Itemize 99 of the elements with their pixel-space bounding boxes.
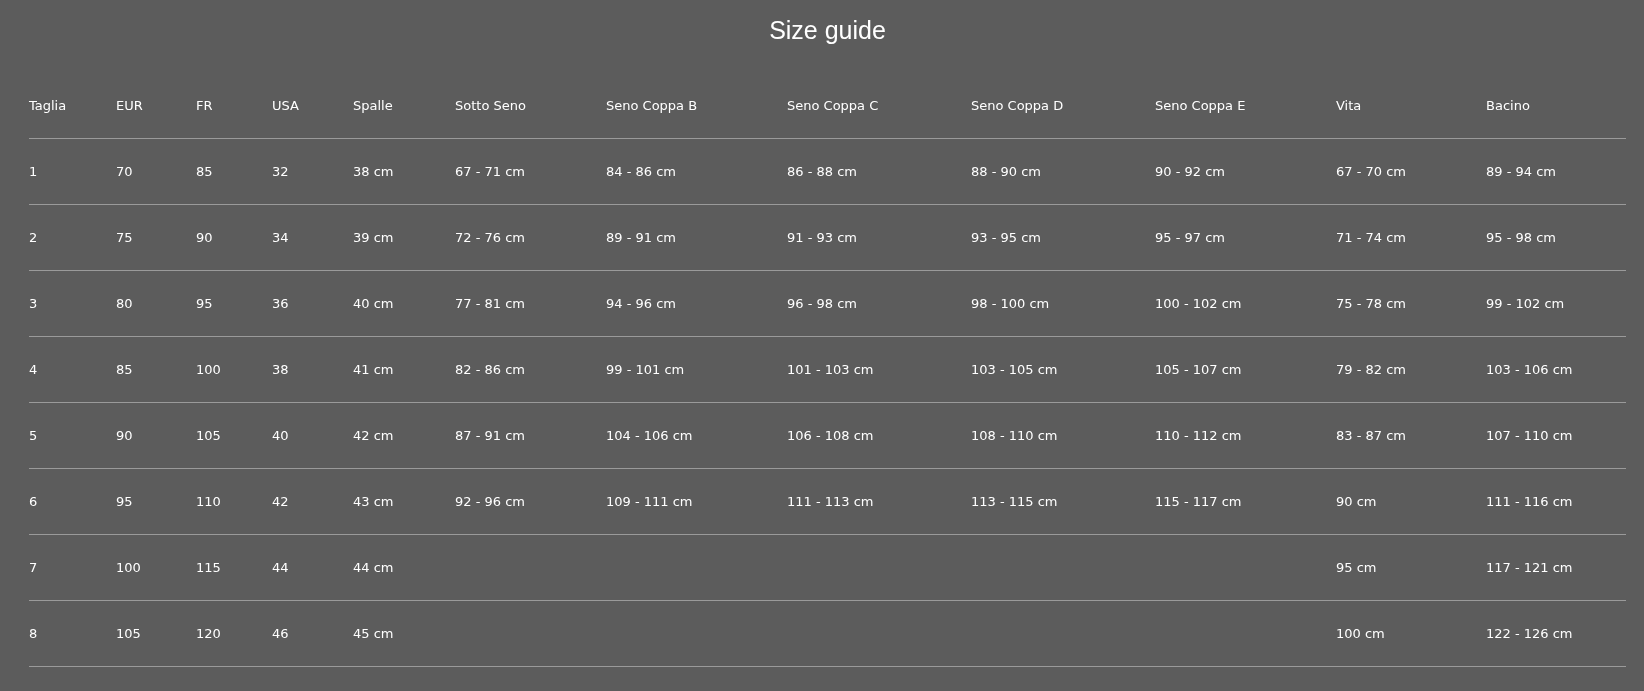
table-cell: 93 - 95 cm — [971, 230, 1041, 245]
table-cell: 115 - 117 cm — [1155, 494, 1242, 509]
table-cell: 104 - 106 cm — [606, 428, 693, 443]
table-cell: 40 cm — [353, 296, 394, 311]
table-cell: 84 - 86 cm — [606, 164, 676, 179]
table-cell: 89 - 91 cm — [606, 230, 676, 245]
table-cell: 94 - 96 cm — [606, 296, 676, 311]
table-cell: 89 - 94 cm — [1486, 164, 1556, 179]
table-cell: 86 - 88 cm — [787, 164, 857, 179]
column-header: Seno Coppa B — [606, 97, 698, 113]
table-cell: 72 - 76 cm — [455, 230, 525, 245]
table-cell: 109 - 111 cm — [606, 494, 693, 509]
column-header: Vita — [1336, 97, 1362, 113]
table-cell: 39 cm — [353, 230, 394, 245]
column-header: USA — [272, 97, 299, 113]
table-cell: 44 cm — [353, 560, 394, 575]
table-cell: 108 - 110 cm — [971, 428, 1058, 443]
column-header: Taglia — [29, 97, 67, 113]
table-cell: 70 — [116, 164, 133, 179]
table-cell: 6 — [29, 494, 38, 509]
column-header: Seno Coppa E — [1155, 97, 1246, 113]
table-cell: 111 - 116 cm — [1486, 494, 1573, 509]
table-cell: 75 - 78 cm — [1336, 296, 1406, 311]
column-header: EUR — [116, 97, 143, 113]
table-cell: 80 — [116, 296, 133, 311]
table-cell: 100 — [116, 560, 141, 575]
table-cell: 105 — [196, 428, 221, 443]
table-cell: 38 — [272, 362, 289, 377]
table-cell: 95 — [116, 494, 133, 509]
table-cell: 67 - 70 cm — [1336, 164, 1406, 179]
table-cell: 110 - 112 cm — [1155, 428, 1242, 443]
table-cell: 95 - 97 cm — [1155, 230, 1225, 245]
table-cell: 90 cm — [1336, 494, 1377, 509]
table-cell: 103 - 106 cm — [1486, 362, 1573, 377]
table-cell: 3 — [29, 296, 38, 311]
table-cell: 42 cm — [353, 428, 394, 443]
table-cell: 111 - 113 cm — [787, 494, 874, 509]
table-cell: 46 — [272, 626, 289, 641]
table-cell: 38 cm — [353, 164, 394, 179]
column-header: Seno Coppa D — [971, 97, 1064, 113]
table-cell: 5 — [29, 428, 38, 443]
table-cell: 32 — [272, 164, 289, 179]
table-cell: 67 - 71 cm — [455, 164, 525, 179]
column-header: Seno Coppa C — [787, 97, 879, 113]
table-cell: 40 — [272, 428, 289, 443]
table-cell: 83 - 87 cm — [1336, 428, 1406, 443]
table-cell: 100 — [196, 362, 221, 377]
table-cell: 82 - 86 cm — [455, 362, 525, 377]
table-cell: 95 cm — [1336, 560, 1377, 575]
table-cell: 2 — [29, 230, 38, 245]
table-cell: 92 - 96 cm — [455, 494, 525, 509]
table-cell: 4 — [29, 362, 38, 377]
column-header: Bacino — [1486, 97, 1530, 113]
table-cell: 7 — [29, 560, 38, 575]
table-cell: 42 — [272, 494, 289, 509]
table-cell: 113 - 115 cm — [971, 494, 1058, 509]
table-cell: 122 - 126 cm — [1486, 626, 1573, 641]
table-cell: 105 - 107 cm — [1155, 362, 1242, 377]
table-cell: 90 — [196, 230, 213, 245]
table-cell: 41 cm — [353, 362, 394, 377]
table-cell: 98 - 100 cm — [971, 296, 1050, 311]
table-cell: 43 cm — [353, 494, 394, 509]
table-cell: 120 — [196, 626, 221, 641]
table-cell: 45 cm — [353, 626, 394, 641]
table-cell: 100 - 102 cm — [1155, 296, 1242, 311]
table-cell: 95 — [196, 296, 213, 311]
page-title: Size guide — [768, 15, 887, 46]
column-header: Sotto Seno — [455, 97, 526, 113]
table-cell: 75 — [116, 230, 133, 245]
table-cell: 34 — [272, 230, 289, 245]
table-cell: 77 - 81 cm — [455, 296, 525, 311]
table-cell: 91 - 93 cm — [787, 230, 857, 245]
table-cell: 71 - 74 cm — [1336, 230, 1406, 245]
table-cell: 105 — [116, 626, 141, 641]
table-cell: 106 - 108 cm — [787, 428, 874, 443]
table-cell: 44 — [272, 560, 289, 575]
column-header: FR — [196, 97, 213, 113]
table-cell: 99 - 102 cm — [1486, 296, 1565, 311]
table-cell: 87 - 91 cm — [455, 428, 525, 443]
table-cell: 110 — [196, 494, 221, 509]
table-cell: 36 — [272, 296, 289, 311]
table-cell: 85 — [196, 164, 213, 179]
table-cell: 99 - 101 cm — [606, 362, 685, 377]
table-cell: 8 — [29, 626, 38, 641]
table-cell: 79 - 82 cm — [1336, 362, 1406, 377]
table-cell: 96 - 98 cm — [787, 296, 857, 311]
table-cell: 101 - 103 cm — [787, 362, 874, 377]
table-cell: 103 - 105 cm — [971, 362, 1058, 377]
column-header: Spalle — [353, 97, 393, 113]
table-cell: 100 cm — [1336, 626, 1385, 641]
table-cell: 1 — [29, 164, 38, 179]
table-cell: 117 - 121 cm — [1486, 560, 1573, 575]
table-cell: 85 — [116, 362, 133, 377]
table-cell: 115 — [196, 560, 221, 575]
table-cell: 95 - 98 cm — [1486, 230, 1556, 245]
table-cell: 90 — [116, 428, 133, 443]
table-cell: 90 - 92 cm — [1155, 164, 1225, 179]
table-cell: 107 - 110 cm — [1486, 428, 1573, 443]
table-cell: 88 - 90 cm — [971, 164, 1041, 179]
